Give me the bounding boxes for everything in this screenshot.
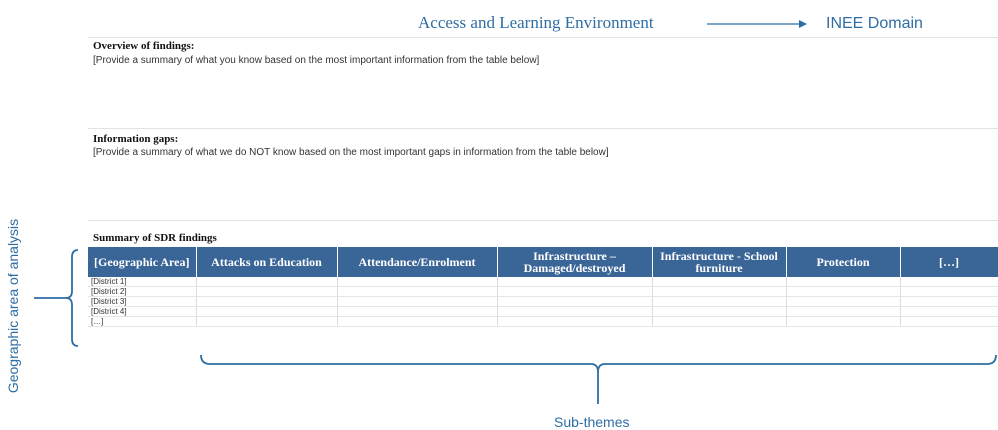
table-cell — [900, 277, 998, 287]
column-header: Attacks on Education — [196, 247, 338, 277]
domain-label: INEE Domain — [826, 15, 923, 32]
bottom-brace-icon — [200, 354, 997, 404]
row-label: […] — [88, 316, 197, 327]
geographic-area-annotation: Geographic area of analysis — [2, 190, 24, 422]
table-cell — [497, 296, 653, 307]
overview-heading: Overview of findings: — [93, 40, 195, 52]
table-row: […] — [88, 316, 998, 327]
sdr-findings-table: [Geographic Area] Attacks on Education A… — [88, 247, 998, 327]
table-cell — [786, 306, 901, 317]
table-cell — [196, 296, 338, 307]
table-row: [District 3] — [88, 296, 998, 307]
geographic-area-label: Geographic area of analysis — [5, 218, 21, 394]
right-arrow-icon — [707, 20, 807, 28]
divider — [88, 128, 998, 129]
left-brace-icon — [34, 249, 79, 347]
column-header: […] — [900, 247, 998, 277]
table-cell — [337, 306, 498, 317]
gaps-heading: Information gaps: — [93, 133, 179, 145]
row-label: [District 3] — [88, 296, 197, 307]
domain-title: Access and Learning Environment — [418, 13, 654, 32]
table-cell — [196, 286, 338, 297]
table-cell — [497, 286, 653, 297]
overview-body: [Provide a summary of what you know base… — [93, 55, 540, 66]
table-cell — [786, 277, 901, 287]
table-cell — [900, 296, 998, 307]
divider — [88, 220, 998, 221]
table-cell — [900, 286, 998, 297]
table-cell — [497, 277, 653, 287]
divider — [88, 37, 998, 38]
table-row: [District 1] — [88, 277, 998, 287]
table-cell — [497, 316, 653, 327]
table-cell — [337, 296, 498, 307]
table-row: [District 4] — [88, 306, 998, 317]
table-cell — [900, 306, 998, 317]
table-cell — [652, 316, 787, 327]
table-header-row: [Geographic Area] Attacks on Education A… — [88, 247, 998, 277]
sub-themes-label: Sub-themes — [554, 414, 630, 430]
column-header: Infrastructure – Damaged/destroyed — [497, 247, 653, 277]
row-label: [District 1] — [88, 277, 197, 287]
table-row: [District 2] — [88, 286, 998, 297]
table-cell — [337, 286, 498, 297]
summary-title: Summary of SDR findings — [93, 232, 217, 244]
column-header: [Geographic Area] — [88, 247, 197, 277]
table-cell — [196, 316, 338, 327]
table-cell — [337, 316, 498, 327]
table-cell — [337, 277, 498, 287]
row-label: [District 4] — [88, 306, 197, 317]
table-cell — [652, 277, 787, 287]
row-label: [District 2] — [88, 286, 197, 297]
column-header: Infrastructure - School furniture — [652, 247, 787, 277]
table-cell — [786, 316, 901, 327]
table-cell — [196, 277, 338, 287]
column-header: Protection — [786, 247, 901, 277]
table-cell — [497, 306, 653, 317]
table-cell — [786, 296, 901, 307]
table-cell — [196, 306, 338, 317]
table-cell — [652, 306, 787, 317]
table-cell — [900, 316, 998, 327]
gaps-body: [Provide a summary of what we do NOT kno… — [93, 147, 609, 158]
column-header: Attendance/Enrolment — [337, 247, 498, 277]
table-cell — [652, 296, 787, 307]
table-cell — [786, 286, 901, 297]
table-cell — [652, 286, 787, 297]
